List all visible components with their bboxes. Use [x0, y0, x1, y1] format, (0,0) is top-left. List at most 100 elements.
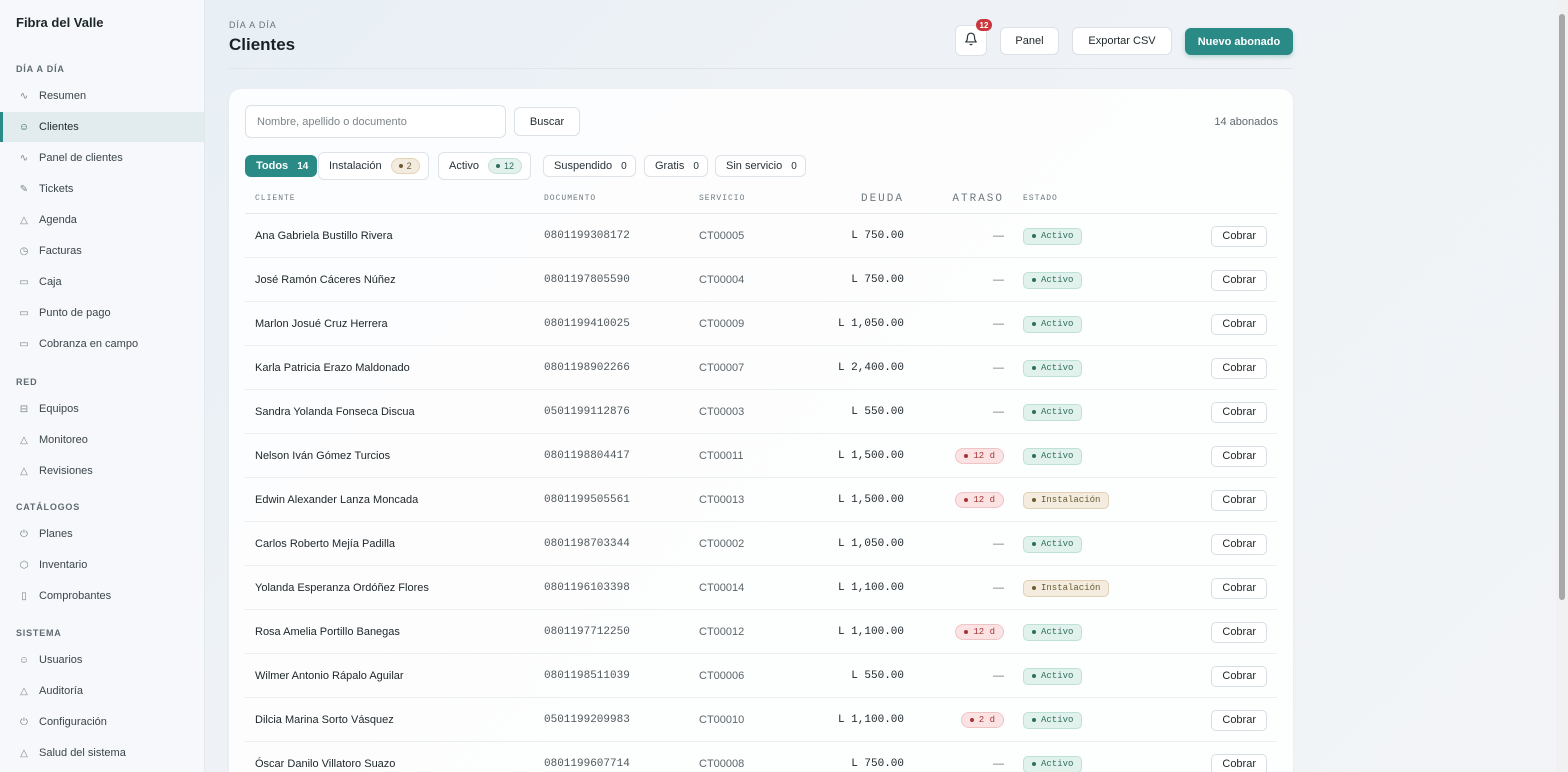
sidebar-item-punto-de-pago[interactable]: ▭ Punto de pago [0, 298, 204, 328]
sidebar-item-cobranza-en-campo[interactable]: ▭ Cobranza en campo [0, 329, 204, 359]
client-late: 2 d [960, 698, 1004, 742]
cobrar-button[interactable]: Cobrar [1211, 753, 1267, 772]
table-row[interactable]: Ana Gabriela Bustillo Rivera 080119930817… [245, 214, 1277, 258]
sidebar-item-planes[interactable]: ⏻ Planes [0, 519, 204, 549]
row-actions: Cobrar [1211, 566, 1267, 610]
client-service: CT00010 [699, 714, 745, 726]
card-icon: ▭ [19, 276, 29, 288]
sidebar-item-auditoría[interactable]: △ Auditoría [0, 676, 204, 706]
cobrar-button[interactable]: Cobrar [1211, 709, 1267, 731]
no-late-symbol: — [993, 670, 1004, 682]
client-late: 12 d [955, 478, 1004, 522]
sidebar-item-label: Equipos [39, 403, 79, 415]
client-late: — [993, 742, 1004, 772]
sidebar-item-resumen[interactable]: ∿ Resumen [0, 81, 204, 111]
client-debt: L 750.00 [851, 758, 904, 770]
table-row[interactable]: Óscar Danilo Villatoro Suazo 080119960771… [245, 742, 1277, 772]
table-row[interactable]: Rosa Amelia Portillo Banegas 080119771225… [245, 610, 1277, 654]
sidebar-item-salud-del-sistema[interactable]: △ Salud del sistema [0, 738, 204, 768]
sidebar-item-label: Auditoría [39, 685, 84, 697]
filter-chip-count: 0 [621, 160, 627, 172]
filter-chip-label: Activo [449, 160, 479, 172]
late-days: 12 d [973, 451, 995, 461]
sidebar-item-equipos[interactable]: ⊟ Equipos [0, 394, 204, 424]
filter-chip-suspendido[interactable]: Suspendido 0 [543, 155, 636, 177]
cobrar-button[interactable]: Cobrar [1211, 621, 1267, 643]
sidebar-item-label: Clientes [39, 121, 79, 133]
cobrar-button[interactable]: Cobrar [1211, 313, 1267, 335]
cobrar-button[interactable]: Cobrar [1211, 225, 1267, 247]
status-badge: Activo [1023, 227, 1083, 245]
client-debt: L 750.00 [851, 230, 904, 242]
cobrar-button[interactable]: Cobrar [1211, 533, 1267, 555]
filter-chip-count: 12 [487, 158, 522, 174]
client-document: 0801198511039 [544, 670, 630, 682]
table-row[interactable]: Yolanda Esperanza Ordóñez Flores 08011961… [245, 566, 1277, 610]
power-icon: ⏻ [20, 716, 28, 728]
sidebar-item-clientes[interactable]: ☺ Clientes [0, 112, 204, 142]
export-csv-button[interactable]: Exportar CSV [1072, 27, 1172, 55]
sidebar-item-tickets[interactable]: ✎ Tickets [0, 174, 204, 204]
sidebar-item-usuarios[interactable]: ☺ Usuarios [0, 645, 204, 675]
filter-chip-todos[interactable]: Todos 14 [245, 155, 318, 177]
status-dot-icon [495, 164, 500, 168]
filter-chip-gratis[interactable]: Gratis 0 [644, 155, 708, 177]
sidebar-item-caja[interactable]: ▭ Caja [0, 267, 204, 297]
filter-count-value: 2 [406, 161, 412, 171]
client-document: 0501199209983 [544, 714, 630, 726]
panel-button[interactable]: Panel [1000, 27, 1059, 55]
table-row[interactable]: Sandra Yolanda Fonseca Discua 05011991128… [245, 390, 1277, 434]
page-scrollbar[interactable] [1556, 0, 1568, 772]
cobrar-button[interactable]: Cobrar [1211, 269, 1267, 291]
filter-chip-label: Suspendido [554, 160, 613, 172]
client-service: CT00009 [699, 318, 745, 330]
cobrar-button[interactable]: Cobrar [1211, 401, 1267, 423]
sidebar-item-comprobantes[interactable]: ▯ Comprobantes [0, 581, 204, 611]
scrollbar-thumb[interactable] [1559, 14, 1565, 600]
cobrar-button[interactable]: Cobrar [1211, 357, 1267, 379]
client-service: CT00006 [699, 670, 745, 682]
client-debt: L 1,100.00 [837, 582, 904, 594]
sidebar-item-facturas[interactable]: ◷ Facturas [0, 236, 204, 266]
sidebar-item-monitoreo[interactable]: △ Monitoreo [0, 425, 204, 455]
filter-chip-label: Sin servicio [726, 160, 783, 172]
cobrar-button[interactable]: Cobrar [1211, 489, 1267, 511]
table-row[interactable]: Edwin Alexander Lanza Moncada 08011995055… [245, 478, 1277, 522]
sidebar-item-agenda[interactable]: △ Agenda [0, 205, 204, 235]
client-name: Wilmer Antonio Rápalo Aguilar [255, 670, 404, 682]
search-button[interactable]: Buscar [514, 107, 580, 136]
status-label: Activo [1041, 363, 1074, 373]
document-icon: ▯ [21, 590, 27, 602]
table-row[interactable]: Dilcia Marina Sorto Vásquez 0501199209983… [245, 698, 1277, 742]
table-row[interactable]: Carlos Roberto Mejía Padilla 080119870334… [245, 522, 1277, 566]
client-document: 0801199505561 [544, 494, 630, 506]
filter-chip-activo[interactable]: Activo 12 [438, 152, 531, 180]
status-dot-icon [398, 164, 403, 168]
cobrar-button[interactable]: Cobrar [1211, 445, 1267, 467]
new-subscriber-button[interactable]: Nuevo abonado [1185, 28, 1293, 55]
table-row[interactable]: Marlon Josué Cruz Herrera 0801199410025 CT… [245, 302, 1277, 346]
cobrar-button[interactable]: Cobrar [1211, 665, 1267, 687]
table-row[interactable]: José Ramón Cáceres Núñez 0801197805590 CT0… [245, 258, 1277, 302]
status-label: Activo [1041, 275, 1074, 285]
status-label: Activo [1041, 539, 1074, 549]
table-row[interactable]: Karla Patricia Erazo Maldonado 0801198902… [245, 346, 1277, 390]
sidebar-item-label: Salud del sistema [39, 747, 126, 759]
row-actions: Cobrar [1211, 346, 1267, 390]
sidebar-item-revisiones[interactable]: △ Revisiones [0, 456, 204, 486]
sidebar-item-inventario[interactable]: ⬡ Inventario [0, 550, 204, 580]
row-actions: Cobrar [1211, 434, 1267, 478]
table-row[interactable]: Wilmer Antonio Rápalo Aguilar 08011985110… [245, 654, 1277, 698]
filter-chip-instalación[interactable]: Instalación 2 [318, 152, 429, 180]
filter-chip-sin-servicio[interactable]: Sin servicio 0 [715, 155, 806, 177]
client-debt: L 550.00 [851, 406, 904, 418]
sidebar-item-panel-de-clientes[interactable]: ∿ Panel de clientes [0, 143, 204, 173]
search-input[interactable] [245, 105, 506, 138]
sidebar-item-configuración[interactable]: ⏻ Configuración [0, 707, 204, 737]
cobrar-button[interactable]: Cobrar [1211, 577, 1267, 599]
client-debt: L 750.00 [851, 274, 904, 286]
table-row[interactable]: Nelson Iván Gómez Turcios 0801198804417 CT… [245, 434, 1277, 478]
status-dot-icon [1032, 410, 1036, 414]
client-late: — [993, 302, 1004, 346]
filter-chip-label: Instalación [329, 160, 382, 172]
